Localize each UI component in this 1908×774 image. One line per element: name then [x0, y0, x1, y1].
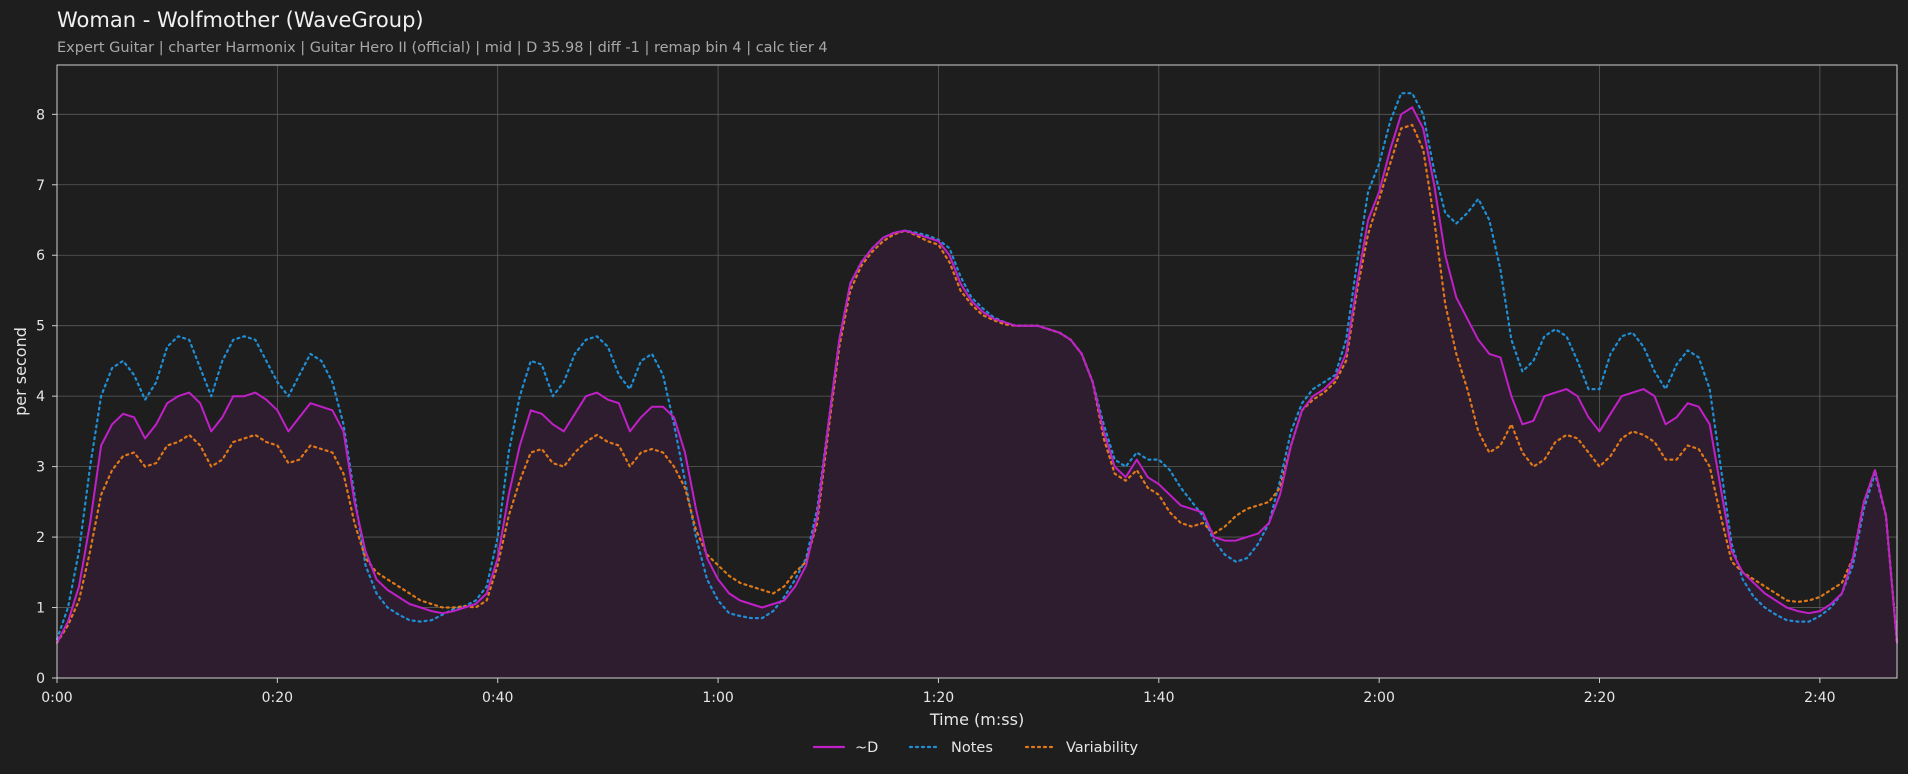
y-tick-label: 1 [36, 601, 45, 617]
y-tick-label: 8 [36, 107, 45, 123]
y-tick-label: 2 [36, 530, 45, 546]
x-tick-label: 1:20 [923, 690, 954, 706]
x-tick-label: 1:40 [1143, 690, 1174, 706]
x-tick-label: 0:00 [41, 690, 72, 706]
chart-canvas: 0:00 0:20 0:40 1:00 1:20 1:40 2:00 2:20 2:40 0 1 2… [11, 64, 1899, 756]
y-tick-label: 0 [36, 671, 45, 687]
legend-label: Notes [951, 740, 993, 756]
y-tick-label: 7 [36, 178, 45, 194]
legend-label: Variability [1066, 740, 1139, 756]
y-tick-label: 4 [36, 389, 45, 405]
x-axis-label: Time (m:ss) [929, 710, 1024, 729]
x-tick-label: 2:20 [1584, 690, 1615, 706]
series-area-fill [57, 107, 1897, 679]
y-tick-label: 3 [36, 460, 45, 476]
x-tick-label: 1:00 [702, 690, 733, 706]
legend: ~D Notes Variability [812, 740, 1139, 756]
x-tick-label: 0:40 [482, 690, 513, 706]
y-axis-ticks: 0 1 2 3 4 5 6 7 8 [36, 107, 57, 687]
series-fills [57, 107, 1897, 679]
x-tick-label: 0:20 [262, 690, 293, 706]
y-axis-label: per second [11, 327, 30, 416]
x-tick-label: 2:40 [1804, 690, 1835, 706]
x-axis-ticks: 0:00 0:20 0:40 1:00 1:20 1:40 2:00 2:20 2:40 [41, 678, 1836, 706]
x-tick-label: 2:00 [1363, 690, 1394, 706]
y-tick-label: 5 [36, 319, 45, 335]
legend-label: ~D [855, 740, 878, 756]
y-tick-label: 6 [36, 248, 45, 264]
